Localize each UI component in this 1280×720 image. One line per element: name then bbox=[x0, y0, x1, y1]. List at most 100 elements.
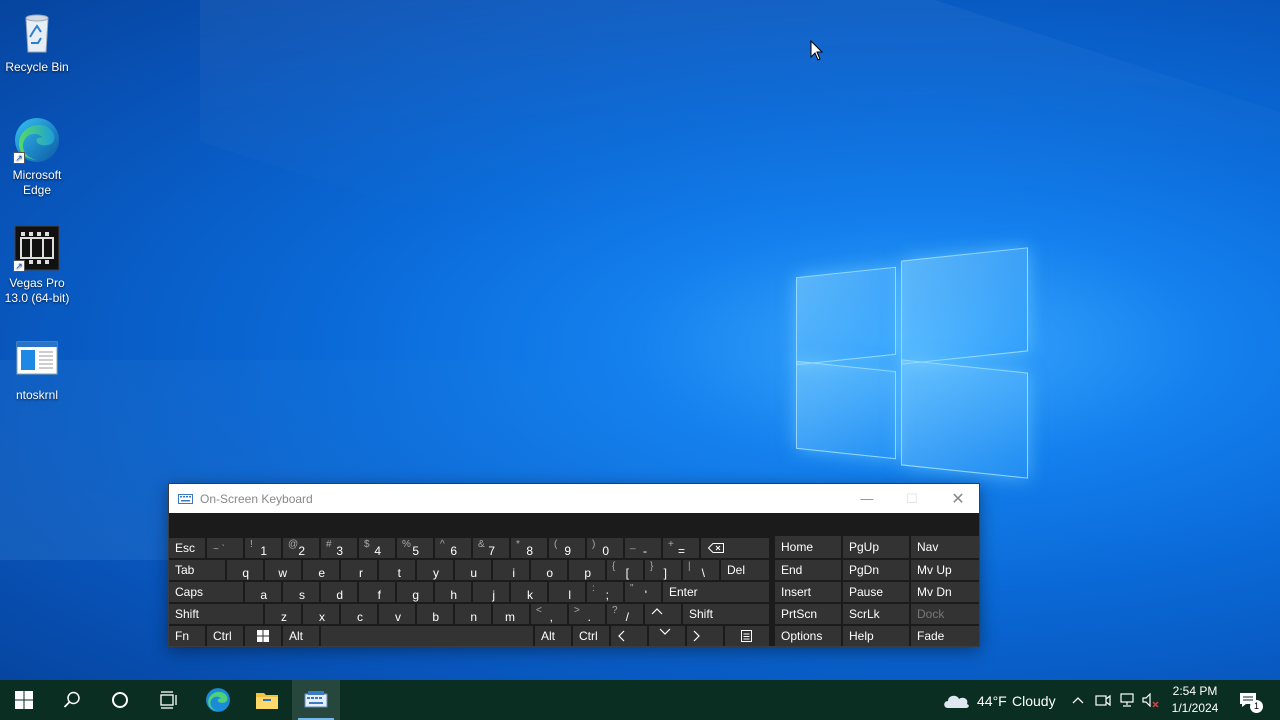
network-button[interactable] bbox=[1115, 680, 1139, 720]
key-3[interactable]: #3 bbox=[321, 538, 357, 558]
action-center-button[interactable]: 1 bbox=[1228, 680, 1268, 720]
key-shift-left[interactable]: Shift bbox=[169, 604, 263, 624]
key-j[interactable]: j bbox=[473, 582, 509, 602]
key-nav[interactable]: Nav bbox=[911, 536, 979, 558]
key-end[interactable]: End bbox=[775, 560, 841, 580]
taskbar-on-screen-keyboard[interactable] bbox=[292, 680, 340, 720]
cortana-button[interactable] bbox=[96, 680, 144, 720]
key-tilde[interactable]: ~ ` bbox=[207, 538, 243, 558]
key-space[interactable] bbox=[321, 626, 533, 646]
key-left-bracket[interactable]: {[ bbox=[607, 560, 643, 580]
key-z[interactable]: z bbox=[265, 604, 301, 624]
key-alt-left[interactable]: Alt bbox=[283, 626, 319, 646]
key-9[interactable]: (9 bbox=[549, 538, 585, 558]
key-x[interactable]: x bbox=[303, 604, 339, 624]
key-help[interactable]: Help bbox=[843, 626, 909, 646]
key-r[interactable]: r bbox=[341, 560, 377, 580]
key-arrow-up[interactable] bbox=[645, 604, 681, 624]
volume-button[interactable] bbox=[1139, 680, 1163, 720]
key-quote[interactable]: " ' bbox=[625, 582, 661, 602]
key-y[interactable]: y bbox=[417, 560, 453, 580]
key-del[interactable]: Del bbox=[721, 560, 769, 580]
key-s[interactable]: s bbox=[283, 582, 319, 602]
key-pause[interactable]: Pause bbox=[843, 582, 909, 602]
key-a[interactable]: a bbox=[245, 582, 281, 602]
minimize-button[interactable]: — bbox=[844, 484, 890, 513]
key-home[interactable]: Home bbox=[775, 536, 841, 558]
show-hidden-icons-button[interactable] bbox=[1066, 680, 1090, 720]
key-equals[interactable]: + = bbox=[663, 538, 699, 558]
key-right-bracket[interactable]: }] bbox=[645, 560, 681, 580]
key-ctrl-left[interactable]: Ctrl bbox=[207, 626, 243, 646]
key-7[interactable]: & 7 bbox=[473, 538, 509, 558]
key-enter[interactable]: Enter bbox=[663, 582, 769, 602]
key-windows[interactable] bbox=[245, 626, 281, 646]
key-4[interactable]: $4 bbox=[359, 538, 395, 558]
key-alt-right[interactable]: Alt bbox=[535, 626, 571, 646]
desktop-icon-edge[interactable]: ↗ Microsoft Edge bbox=[0, 116, 74, 198]
key-menu[interactable] bbox=[725, 626, 769, 646]
key-insert[interactable]: Insert bbox=[775, 582, 841, 602]
key-6[interactable]: ^ 6 bbox=[435, 538, 471, 558]
key-arrow-right[interactable] bbox=[687, 626, 723, 646]
key-scrlk[interactable]: ScrLk bbox=[843, 604, 909, 624]
key-t[interactable]: t bbox=[379, 560, 415, 580]
taskbar-edge[interactable] bbox=[194, 680, 242, 720]
key-k[interactable]: k bbox=[511, 582, 547, 602]
key-pgdn[interactable]: PgDn bbox=[843, 560, 909, 580]
key-b[interactable]: b bbox=[417, 604, 453, 624]
maximize-button[interactable]: ☐ bbox=[889, 484, 935, 513]
taskbar-file-explorer[interactable] bbox=[243, 680, 291, 720]
start-button[interactable] bbox=[0, 680, 48, 720]
key-d[interactable]: d bbox=[321, 582, 357, 602]
key-backslash[interactable]: | \ bbox=[683, 560, 719, 580]
key-period[interactable]: >. bbox=[569, 604, 605, 624]
key-fn[interactable]: Fn bbox=[169, 626, 205, 646]
key-mv-up[interactable]: Mv Up bbox=[911, 560, 979, 580]
key-i[interactable]: i bbox=[493, 560, 529, 580]
key-v[interactable]: v bbox=[379, 604, 415, 624]
key-options[interactable]: Options bbox=[775, 626, 841, 646]
key-n[interactable]: n bbox=[455, 604, 491, 624]
key-e[interactable]: e bbox=[303, 560, 339, 580]
key-l[interactable]: l bbox=[549, 582, 585, 602]
desktop-icon-ntoskrnl[interactable]: ntoskrnl bbox=[0, 336, 74, 403]
key-mv-dn[interactable]: Mv Dn bbox=[911, 582, 979, 602]
meet-now-button[interactable] bbox=[1091, 680, 1115, 720]
key-f[interactable]: f bbox=[359, 582, 395, 602]
key-m[interactable]: m bbox=[493, 604, 529, 624]
key-arrow-left[interactable] bbox=[611, 626, 647, 646]
key-0[interactable]: ) 0 bbox=[587, 538, 623, 558]
key-comma[interactable]: <, bbox=[531, 604, 567, 624]
key-esc[interactable]: Esc bbox=[169, 538, 205, 558]
key-backspace[interactable] bbox=[701, 538, 769, 558]
key-tab[interactable]: Tab bbox=[169, 560, 225, 580]
key-p[interactable]: p bbox=[569, 560, 605, 580]
key-minus[interactable]: _ - bbox=[625, 538, 661, 558]
title-bar[interactable]: On-Screen Keyboard — ☐ ✕ bbox=[169, 484, 979, 513]
key-2[interactable]: @2 bbox=[283, 538, 319, 558]
key-q[interactable]: q bbox=[227, 560, 263, 580]
key-pgup[interactable]: PgUp bbox=[843, 536, 909, 558]
key-8[interactable]: * 8 bbox=[511, 538, 547, 558]
key-prtscn[interactable]: PrtScn bbox=[775, 604, 841, 624]
clock[interactable]: 2:54 PM 1/1/2024 bbox=[1168, 683, 1222, 717]
key-slash[interactable]: ? / bbox=[607, 604, 643, 624]
key-o[interactable]: o bbox=[531, 560, 567, 580]
task-view-button[interactable] bbox=[144, 680, 192, 720]
key-dock[interactable]: Dock bbox=[911, 604, 979, 624]
search-button[interactable] bbox=[48, 680, 96, 720]
key-semicolon[interactable]: :; bbox=[587, 582, 623, 602]
key-ctrl-right[interactable]: Ctrl bbox=[573, 626, 609, 646]
key-w[interactable]: w bbox=[265, 560, 301, 580]
desktop-icon-recycle-bin[interactable]: Recycle Bin bbox=[0, 8, 74, 75]
key-h[interactable]: h bbox=[435, 582, 471, 602]
key-1[interactable]: ! 1 bbox=[245, 538, 281, 558]
key-arrow-down[interactable] bbox=[649, 626, 685, 646]
key-caps[interactable]: Caps bbox=[169, 582, 243, 602]
desktop-icon-vegas-pro[interactable]: ↗ Vegas Pro 13.0 (64-bit) bbox=[0, 224, 74, 306]
key-fade[interactable]: Fade bbox=[911, 626, 979, 646]
close-button[interactable]: ✕ bbox=[935, 484, 981, 513]
key-u[interactable]: u bbox=[455, 560, 491, 580]
key-5[interactable]: % 5 bbox=[397, 538, 433, 558]
